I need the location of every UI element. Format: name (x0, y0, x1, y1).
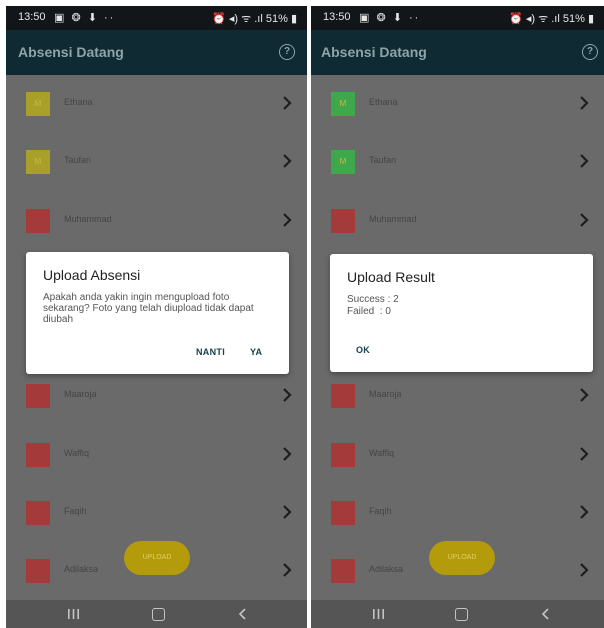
chevron-right-icon[interactable] (578, 150, 590, 172)
chevron-right-icon[interactable] (281, 150, 293, 172)
employee-row[interactable]: M Ethana (6, 75, 307, 133)
employee-row[interactable]: Waffiq (311, 426, 604, 484)
dialog-message: Apakah anda yakin ingin mengupload foto … (43, 292, 254, 325)
notification-icons: ▣ ❂ ⬇ ·· (54, 12, 116, 24)
chevron-right-icon[interactable] (281, 443, 293, 465)
home-icon[interactable] (455, 608, 468, 621)
success-count: Success : 2 (347, 294, 399, 305)
battery-icon: ▮ (290, 13, 297, 25)
back-icon[interactable] (238, 608, 248, 620)
phone-screen-right: 13:50 ▣ ❂ ⬇ ·· ⏰ ◂) ᯤ .ıl 51% ▮ Absensi … (311, 6, 604, 628)
chevron-right-icon[interactable] (578, 384, 590, 406)
upload-confirm-dialog: Upload Absensi Apakah anda yakin ingin m… (26, 252, 289, 374)
status-bar: 13:50 ▣ ❂ ⬇ ·· ⏰ ◂) ᯤ .ıl 51% ▮ (311, 6, 604, 30)
chevron-right-icon[interactable] (578, 559, 590, 581)
question-circle-icon[interactable]: ? (582, 44, 598, 60)
chevron-right-icon[interactable] (281, 559, 293, 581)
employee-name: Muhammad (369, 214, 417, 224)
chevron-right-icon[interactable] (578, 92, 590, 114)
employee-row[interactable]: Waffiq (6, 426, 307, 484)
status-square (26, 443, 50, 467)
upload-button[interactable]: UPLOAD (124, 541, 190, 575)
nanti-button[interactable]: NANTI (196, 347, 225, 357)
status-square (26, 384, 50, 408)
ok-button[interactable]: OK (356, 345, 370, 355)
employee-name: Waffiq (369, 448, 395, 458)
battery-level: 51% (562, 13, 585, 25)
notification-icons: ▣ ❂ ⬇ ·· (359, 12, 421, 24)
system-nav-bar (311, 600, 604, 628)
employee-name: Waffiq (64, 448, 90, 458)
system-status: ⏰ ◂) ᯤ .ıl 51% ▮ (212, 11, 297, 26)
signal-icons: ⏰ ◂) ᯤ .ıl (212, 13, 263, 25)
phone-screen-left: 13:50 ▣ ❂ ⬇ ·· ⏰ ◂) ᯤ .ıl 51% ▮ Absensi … (6, 6, 307, 628)
status-square (26, 209, 50, 233)
signal-icons: ⏰ ◂) ᯤ .ıl (509, 13, 560, 25)
employee-name: Muhammad (64, 214, 112, 224)
chevron-right-icon[interactable] (281, 501, 293, 523)
recents-icon[interactable] (373, 609, 384, 619)
status-square: M (26, 92, 50, 116)
status-time: 13:50 (323, 11, 351, 23)
status-square (331, 384, 355, 408)
employee-row[interactable]: M Ethana (311, 75, 604, 133)
employee-name: Ethana (64, 97, 93, 107)
employee-name: Ethana (369, 97, 398, 107)
employee-name: Adilaksa (369, 564, 404, 574)
status-square: M (331, 150, 355, 174)
status-square (26, 501, 50, 525)
employee-row[interactable]: Muhammad (311, 192, 604, 250)
employee-name: Taufan (64, 155, 92, 165)
battery-icon: ▮ (587, 13, 594, 25)
chevron-right-icon[interactable] (578, 501, 590, 523)
upload-result-dialog: Upload Result Success : 2 Failed : 0 OK (330, 254, 593, 372)
chevron-right-icon[interactable] (281, 384, 293, 406)
failed-count: Failed : 0 (347, 306, 391, 317)
chevron-right-icon[interactable] (578, 443, 590, 465)
status-square (331, 501, 355, 525)
status-time: 13:50 (18, 11, 46, 23)
status-square (331, 443, 355, 467)
page-title: Absensi Datang (18, 44, 124, 60)
app-bar: Absensi Datang ? (6, 30, 307, 75)
employee-name: Maaroja (64, 389, 97, 399)
employee-name: Maaroja (369, 389, 402, 399)
chevron-right-icon[interactable] (578, 209, 590, 231)
status-square: M (26, 150, 50, 174)
employee-name: Taufan (369, 155, 397, 165)
question-circle-icon[interactable]: ? (279, 44, 295, 60)
status-square: M (331, 92, 355, 116)
employee-row[interactable]: Faqih (6, 484, 307, 542)
upload-button[interactable]: UPLOAD (429, 541, 495, 575)
ya-button[interactable]: YA (250, 347, 262, 357)
employee-row[interactable]: M Taufan (311, 133, 604, 191)
status-bar: 13:50 ▣ ❂ ⬇ ·· ⏰ ◂) ᯤ .ıl 51% ▮ (6, 6, 307, 30)
battery-level: 51% (265, 13, 288, 25)
employee-row[interactable]: Maaroja (311, 367, 604, 425)
employee-row[interactable]: Faqih (311, 484, 604, 542)
employee-name: Faqih (64, 506, 87, 516)
employee-name: Faqih (369, 506, 392, 516)
chevron-right-icon[interactable] (281, 92, 293, 114)
status-square (331, 559, 355, 583)
system-status: ⏰ ◂) ᯤ .ıl 51% ▮ (509, 11, 594, 26)
chevron-right-icon[interactable] (281, 209, 293, 231)
dialog-title: Upload Absensi (43, 267, 141, 283)
employee-name: Adilaksa (64, 564, 99, 574)
dialog-title: Upload Result (347, 269, 435, 285)
recents-icon[interactable] (68, 609, 79, 619)
system-nav-bar (6, 600, 307, 628)
status-square (331, 209, 355, 233)
status-square (26, 559, 50, 583)
employee-row[interactable]: Maaroja (6, 367, 307, 425)
back-icon[interactable] (541, 608, 551, 620)
employee-row[interactable]: Muhammad (6, 192, 307, 250)
app-bar: Absensi Datang ? (311, 30, 604, 75)
home-icon[interactable] (152, 608, 165, 621)
page-title: Absensi Datang (321, 44, 427, 60)
employee-row[interactable]: M Taufan (6, 133, 307, 191)
